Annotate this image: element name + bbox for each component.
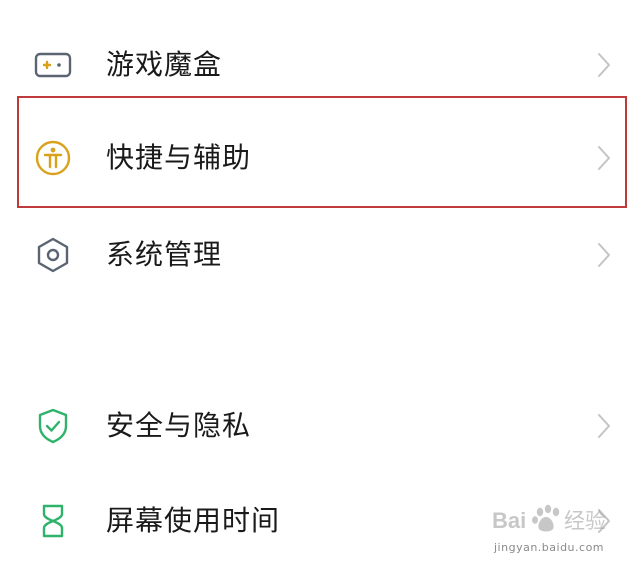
watermark-url: jingyan.baidu.com: [494, 541, 605, 554]
settings-item-label: 屏幕使用时间: [106, 504, 281, 537]
settings-item-system-management[interactable]: 系统管理: [0, 210, 641, 300]
system-hexagon-icon: [37, 237, 69, 273]
settings-item-game-box[interactable]: 游戏魔盒: [0, 20, 641, 110]
chevron-right-icon: [598, 146, 610, 170]
settings-screen: 游戏魔盒 快捷与辅助 系统管理 安全与隐私 屏幕使用时间 Bai 经验 jing…: [0, 0, 641, 573]
svg-text:经验: 经验: [564, 509, 606, 533]
settings-item-shortcut-accessibility[interactable]: 快捷与辅助: [0, 113, 641, 203]
chevron-right-icon: [598, 53, 610, 77]
settings-item-label: 游戏魔盒: [106, 48, 223, 81]
settings-item-security-privacy[interactable]: 安全与隐私: [0, 381, 641, 471]
baidu-watermark-logo: Bai 经验: [492, 504, 606, 533]
svg-text:Bai: Bai: [492, 508, 526, 533]
accessibility-icon: [35, 140, 71, 176]
chevron-right-icon: [598, 414, 610, 438]
shield-check-icon: [38, 408, 68, 444]
chevron-right-icon: [598, 243, 610, 267]
hourglass-icon: [42, 504, 64, 538]
game-box-icon: [34, 52, 72, 78]
settings-item-label: 安全与隐私: [106, 409, 252, 442]
settings-item-label: 快捷与辅助: [106, 141, 252, 174]
settings-item-label: 系统管理: [106, 238, 223, 271]
